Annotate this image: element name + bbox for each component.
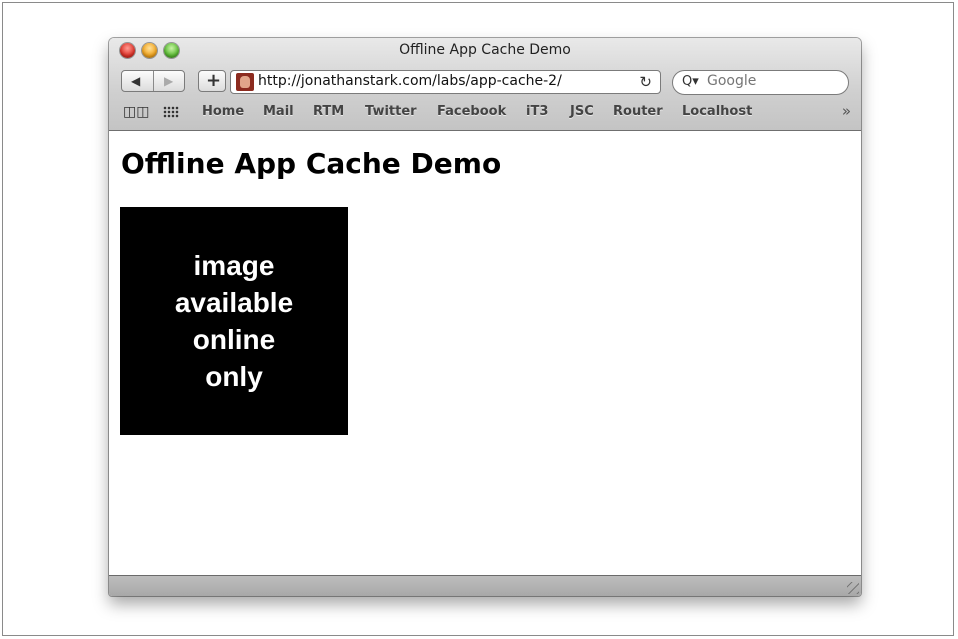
favicon-icon bbox=[236, 73, 254, 91]
offline-placeholder-image: image available online only bbox=[120, 207, 348, 435]
bookmarks-bar: ◫◫ Home Mail RTM Twitter Facebook iT3 JS… bbox=[109, 102, 861, 124]
forward-arrow-icon[interactable]: ▶ bbox=[164, 74, 173, 88]
page-content: Offline App Cache Demo image available o… bbox=[109, 131, 861, 575]
window-title: Offline App Cache Demo bbox=[399, 42, 571, 58]
page-title: Offline App Cache Demo bbox=[121, 147, 502, 180]
resize-grip-icon[interactable] bbox=[847, 582, 859, 594]
overflow-chevron-icon[interactable]: » bbox=[842, 102, 851, 120]
button-divider bbox=[153, 71, 154, 91]
reload-icon[interactable]: ↻ bbox=[639, 73, 652, 91]
back-forward-buttons: ◀ ▶ bbox=[121, 70, 185, 92]
bookmark-localhost[interactable]: Localhost bbox=[682, 104, 752, 119]
browser-window: Offline App Cache Demo ◀ ▶ + http://jona… bbox=[109, 38, 861, 596]
image-caption: image available online only bbox=[120, 247, 348, 395]
search-input[interactable] bbox=[707, 73, 837, 89]
status-bar bbox=[109, 575, 861, 596]
bookmark-it3[interactable]: iT3 bbox=[526, 104, 548, 119]
add-bookmark-icon: + bbox=[206, 70, 222, 91]
unified-toolbar: Offline App Cache Demo ◀ ▶ + http://jona… bbox=[109, 38, 861, 131]
bookmark-router[interactable]: Router bbox=[613, 104, 663, 119]
top-sites-grid-icon[interactable] bbox=[163, 106, 179, 118]
address-bar[interactable]: http://jonathanstark.com/labs/app-cache-… bbox=[230, 70, 661, 94]
bookmark-facebook[interactable]: Facebook bbox=[437, 104, 506, 119]
image-caption-line: image bbox=[193, 250, 275, 281]
search-icon[interactable]: Q▾ bbox=[682, 74, 699, 89]
figure-frame: Offline App Cache Demo ◀ ▶ + http://jona… bbox=[2, 2, 954, 636]
image-caption-line: only bbox=[205, 361, 263, 392]
search-field[interactable]: Q▾ bbox=[672, 70, 849, 95]
image-caption-line: online bbox=[192, 324, 276, 355]
url-text[interactable]: http://jonathanstark.com/labs/app-cache-… bbox=[258, 73, 562, 89]
bookmark-rtm[interactable]: RTM bbox=[313, 104, 344, 119]
bookmark-home[interactable]: Home bbox=[202, 104, 244, 119]
bookmarks-book-icon[interactable]: ◫◫ bbox=[123, 104, 149, 120]
back-arrow-icon[interactable]: ◀ bbox=[131, 74, 140, 88]
bookmark-jsc[interactable]: JSC bbox=[570, 104, 594, 119]
bookmark-mail[interactable]: Mail bbox=[263, 104, 294, 119]
bookmark-twitter[interactable]: Twitter bbox=[365, 104, 417, 119]
image-caption-line: available bbox=[174, 287, 294, 318]
add-bookmark-button[interactable]: + bbox=[198, 70, 226, 92]
